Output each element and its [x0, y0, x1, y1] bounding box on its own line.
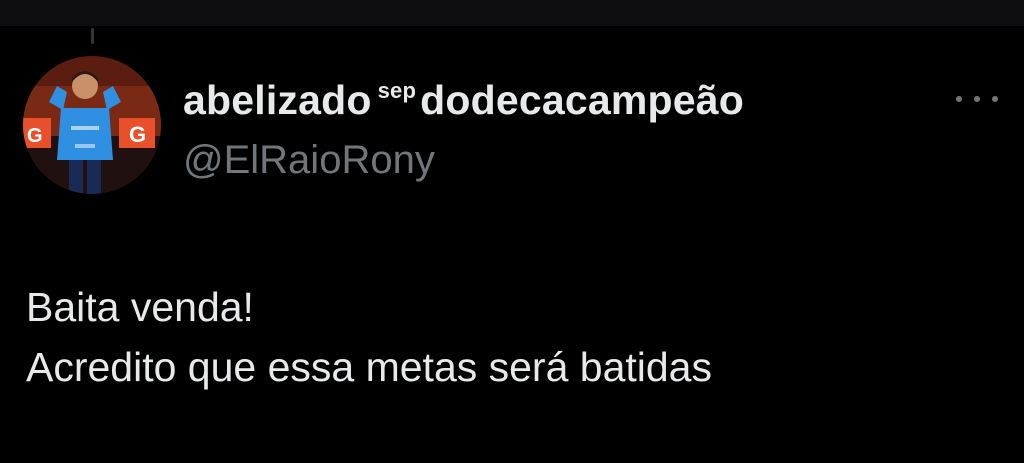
more-options-button[interactable] — [954, 86, 1000, 112]
thread-connector-line — [91, 28, 94, 44]
avatar-badge-right-letter: G — [129, 122, 146, 147]
more-horizontal-icon — [956, 96, 962, 102]
tweet-body: Baita venda! Acredito que essa metas ser… — [26, 277, 712, 397]
display-name-first: abelizado — [183, 77, 372, 123]
display-name-second: dodecacampeão — [420, 77, 745, 123]
tweet-text-line: Baita venda! — [26, 284, 254, 330]
display-name[interactable]: abelizado sepdodecacampeão — [183, 74, 744, 126]
avatar-image: G G — [23, 56, 161, 194]
avatar[interactable]: G G — [23, 56, 161, 194]
top-bar — [0, 0, 1024, 26]
avatar-badge-left-letter: G — [27, 125, 43, 147]
tweet-text-line: Acredito que essa metas será batidas — [26, 344, 712, 390]
more-horizontal-icon-dot — [992, 96, 998, 102]
user-handle[interactable]: @ElRaioRony — [183, 136, 435, 184]
display-name-superscript: sep — [377, 78, 417, 103]
more-horizontal-icon-dot — [974, 96, 980, 102]
tweet-screen: G G abelizado sepdodecacampeão @ElRaioRon… — [0, 0, 1024, 463]
